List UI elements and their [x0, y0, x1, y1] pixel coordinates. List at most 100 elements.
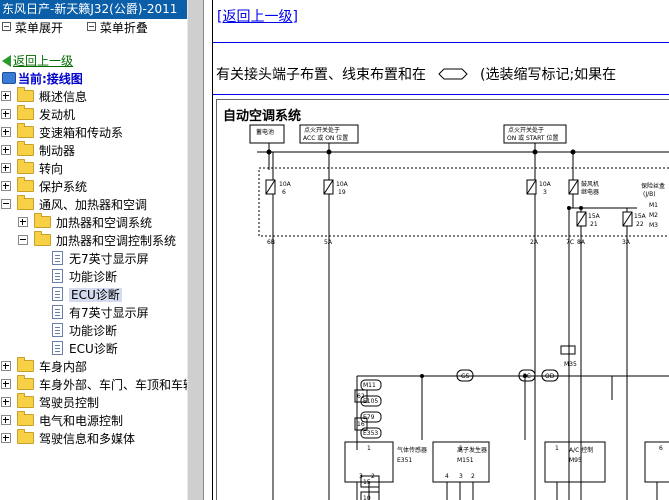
tree-item-steering[interactable]: 转向 [0, 159, 187, 178]
navigation-pane: 东风日产-新天籁J32(公爵)-2011 菜单展开 菜单折叠 返回上一级 当前:… [0, 0, 187, 500]
label-m2: M2 [649, 212, 658, 219]
tree-item-heater-ac-system[interactable]: 加热器和空调系统 [0, 213, 187, 232]
label-gas-sensor: 气体传感器 [397, 446, 427, 454]
label-acc-on-2: ACC 或 ON 位置 [303, 134, 348, 142]
wire-label: 3A [622, 239, 631, 246]
expand-icon[interactable] [1, 91, 11, 101]
pin-6: 6 [659, 445, 663, 452]
folder-icon [17, 159, 34, 174]
tree-leaf-function-diagnosis-2[interactable]: 功能诊断 [0, 322, 187, 340]
fuse-number: 3 [543, 189, 547, 196]
tree-leaf-ecu-diagnosis-2[interactable]: ECU诊断 [0, 340, 187, 358]
content-back-link[interactable]: [返回上一级] [217, 9, 298, 25]
tree-item-transmission[interactable]: 变速箱和传动系 [0, 123, 187, 142]
expand-icon[interactable] [1, 397, 11, 407]
expand-menu-button[interactable]: 菜单展开 [0, 21, 63, 35]
wire-label: 6B [267, 239, 275, 246]
label-fusebox: 保险丝盒 [641, 182, 665, 190]
folder-icon [17, 411, 34, 426]
expand-icon[interactable] [1, 433, 11, 443]
divider [213, 42, 669, 43]
expand-icon[interactable] [1, 415, 11, 425]
document-icon [52, 287, 63, 301]
label-m1: M1 [649, 202, 658, 209]
fuse-label: 10A [336, 181, 349, 188]
expand-icon[interactable] [1, 127, 11, 137]
label-relay: 继电器 [581, 188, 599, 196]
tree-item-driver-info-multimedia[interactable]: 驾驶信息和多媒体 [0, 429, 187, 448]
connector-gs: GS [461, 373, 470, 380]
open-folder-icon [34, 231, 51, 246]
back-link[interactable]: 返回上一级 [13, 54, 73, 68]
connector-pc: PC [523, 373, 531, 380]
connector-m11: M11 [363, 382, 376, 389]
pane-splitter[interactable] [187, 0, 204, 500]
tree-leaf-function-diagnosis-1[interactable]: 功能诊断 [0, 268, 187, 286]
info-text: 有关接头端子布置、线束布置和在 (选装缩写标记;如果在 [216, 67, 617, 83]
folder-icon [17, 177, 34, 192]
content-frame: [返回上一级] 有关接头端子布置、线束布置和在 (选装缩写标记;如果在 自动空调系… [212, 0, 669, 500]
tree-item-overview[interactable]: 概述信息 [0, 87, 187, 106]
tree-item-brakes[interactable]: 制动器 [0, 141, 187, 160]
collapse-icon[interactable] [1, 199, 11, 209]
label-ac-control: A/C 控制 [569, 446, 593, 454]
fuse-number: 22 [636, 221, 644, 228]
pin-1: 1 [555, 445, 559, 452]
pin-2: 2 [471, 473, 475, 480]
label-start: 点火开关处于 [508, 126, 544, 134]
fuse-number: 21 [590, 221, 598, 228]
folder-icon [17, 429, 34, 444]
pin-2: 2 [371, 473, 375, 480]
back-arrow-icon [2, 55, 11, 67]
expand-icon[interactable] [1, 181, 11, 191]
document-icon [52, 305, 63, 319]
square-icon [2, 22, 11, 31]
menu-controls: 菜单展开 菜单折叠 [0, 19, 187, 37]
pin-4: 4 [445, 473, 449, 480]
pin-1: 1 [459, 445, 463, 452]
label-jb: (J/B) [643, 191, 656, 198]
pin-15: 15 [363, 479, 371, 486]
collapse-menu-button[interactable]: 菜单折叠 [85, 21, 148, 35]
label-battery: 蓄电池 [256, 128, 274, 136]
pin-3: 3 [459, 473, 463, 480]
fuse-label: 15A [588, 213, 601, 220]
tree-item-safety[interactable]: 保护系统 [0, 177, 187, 196]
expand-icon[interactable] [1, 145, 11, 155]
square-icon [86, 22, 96, 31]
expand-icon[interactable] [1, 361, 11, 371]
expand-icon[interactable] [18, 217, 28, 227]
folder-icon [34, 213, 51, 228]
tree-leaf-with-7in-display[interactable]: 有7英寸显示屏 [0, 304, 187, 322]
wire-label: 5A [324, 239, 333, 246]
pin-3: 3 [359, 473, 363, 480]
wire-label: 2A [530, 239, 539, 246]
tree-item-hvac[interactable]: 通风、加热器和空调 [0, 195, 187, 214]
expand-icon[interactable] [1, 379, 11, 389]
nav-tree: 返回上一级 当前:接线图 概述信息 发动机 变速箱和传动系 制动器 转向 保护系… [0, 52, 187, 448]
tree-leaf-ecu-diagnosis-1[interactable]: ECU诊断 [0, 286, 187, 304]
tree-item-driver-controls[interactable]: 驾驶员控制 [0, 393, 187, 412]
connector-m35: M35 [564, 361, 577, 368]
pin-1: 1 [367, 445, 371, 452]
fuse-label: 15A [634, 213, 647, 220]
expand-icon[interactable] [1, 109, 11, 119]
collapse-icon[interactable] [18, 235, 28, 245]
fuse-number: 6 [282, 189, 286, 196]
wiring-diagram: 自动空调系统 蓄电池 点火开关处于 ACC 或 ON 位置 点火开关处于 ON … [216, 99, 669, 500]
tree-item-engine[interactable]: 发动机 [0, 105, 187, 124]
tree-leaf-no-7in-display[interactable]: 无7英寸显示屏 [0, 250, 187, 268]
document-icon [52, 341, 63, 355]
tree-item-body-exterior[interactable]: 车身外部、车门、车顶和车辆 [0, 375, 187, 394]
expand-icon[interactable] [1, 163, 11, 173]
tree-item-power-control[interactable]: 电气和电源控制 [0, 411, 187, 430]
fuse-label: 10A [539, 181, 552, 188]
tree-item-body-interior[interactable]: 车身内部 [0, 357, 187, 376]
label-start-2: ON 或 START 位置 [507, 134, 558, 142]
back-link-row[interactable]: 返回上一级 [0, 52, 187, 70]
folder-icon [17, 141, 34, 156]
tree-item-heater-ac-control[interactable]: 加热器和空调控制系统 [0, 231, 187, 250]
app-title: 东风日产-新天籁J32(公爵)-2011 [0, 0, 187, 19]
connector-e351: E351 [397, 457, 412, 464]
connector-m151: M151 [457, 457, 474, 464]
